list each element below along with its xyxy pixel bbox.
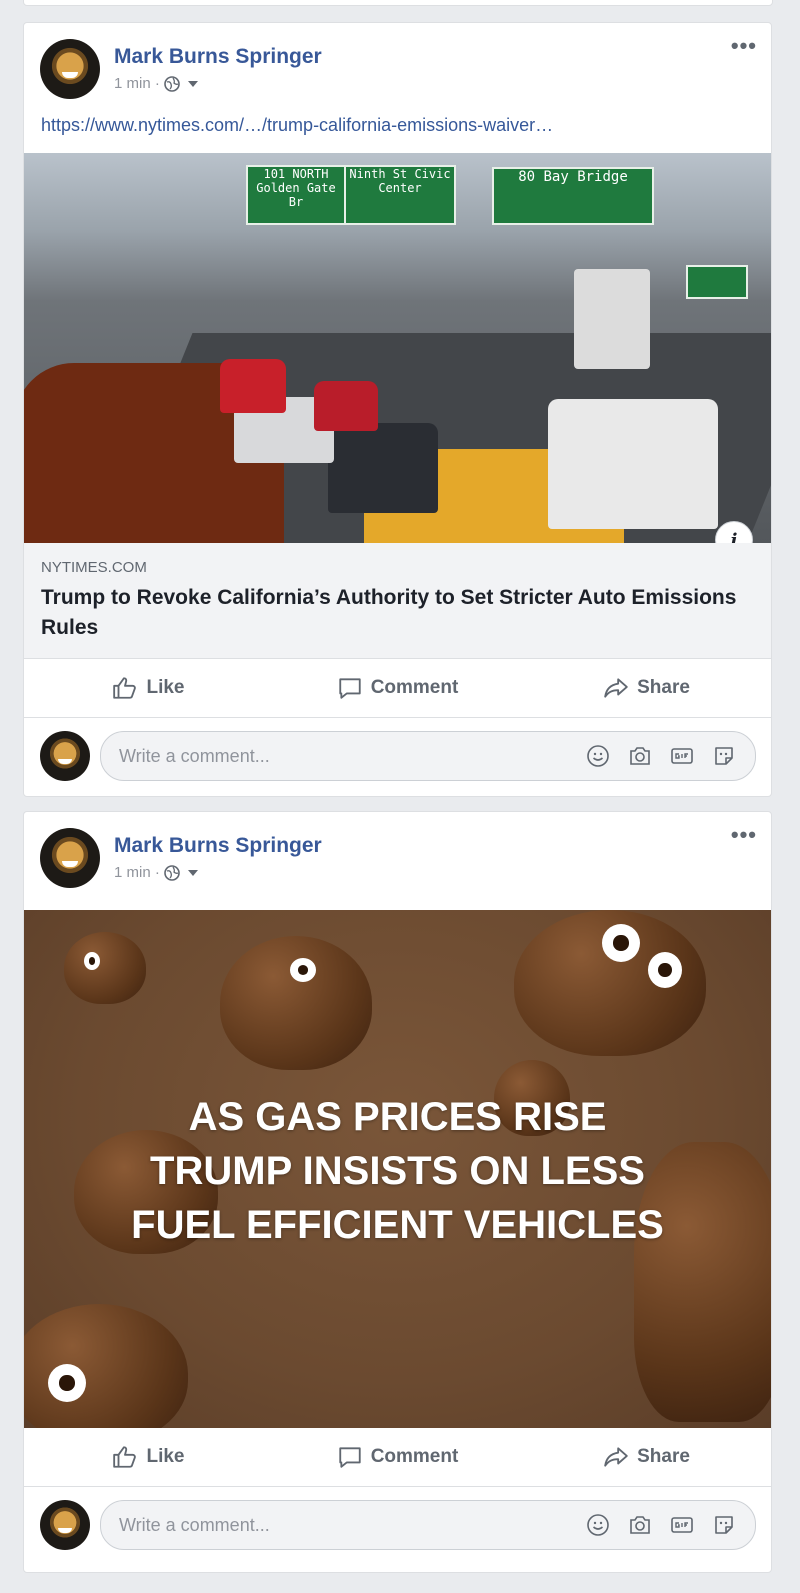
link-domain: NYTIMES.COM	[41, 559, 147, 576]
post-card-1: Mark Burns Springer 1 min · ••• https://…	[23, 22, 772, 797]
post-meta: 1 min ·	[114, 75, 198, 92]
comment-placeholder: Write a comment...	[119, 745, 270, 766]
highway-sign: 80 Bay Bridge	[492, 167, 654, 225]
comment-placeholder: Write a comment...	[119, 1514, 270, 1535]
author-name[interactable]: Mark Burns Springer	[114, 45, 322, 69]
like-button[interactable]: Like	[24, 675, 273, 701]
like-label: Like	[146, 1446, 185, 1467]
more-options-icon[interactable]: •••	[731, 824, 757, 846]
like-label: Like	[146, 677, 185, 698]
comment-input[interactable]: Write a comment...	[100, 731, 756, 781]
like-button[interactable]: Like	[24, 1444, 273, 1470]
gif-icon[interactable]	[669, 743, 695, 769]
poop-emoji-decoration	[220, 936, 372, 1070]
car	[314, 381, 378, 431]
share-label: Share	[637, 677, 690, 698]
comment-button[interactable]: Comment	[273, 675, 522, 701]
link-preview-image[interactable]: 101 NORTH Golden Gate Br Ninth St Civic …	[24, 153, 771, 543]
caption-line: TRUMP INSISTS ON LESS	[150, 1149, 645, 1193]
car	[548, 399, 718, 529]
shared-link-url[interactable]: https://www.nytimes.com/…/trump-californ…	[41, 115, 553, 136]
thumbs-up-icon	[113, 677, 137, 699]
image-caption-text: AS GAS PRICES RISE TRUMP INSISTS ON LESS…	[24, 1090, 771, 1252]
caption-line: FUEL EFFICIENT VEHICLES	[131, 1203, 664, 1247]
globe-icon[interactable]	[164, 75, 180, 92]
comment-input[interactable]: Write a comment...	[100, 1500, 756, 1550]
avatar[interactable]	[40, 1500, 90, 1550]
avatar[interactable]	[40, 828, 100, 888]
car	[574, 269, 650, 369]
car	[220, 359, 286, 413]
car	[328, 423, 438, 513]
timestamp[interactable]: 1 min ·	[114, 75, 160, 92]
post-header: Mark Burns Springer 1 min · •••	[24, 23, 771, 109]
camera-icon[interactable]	[627, 743, 653, 769]
avatar[interactable]	[40, 731, 90, 781]
globe-icon[interactable]	[164, 864, 180, 881]
poop-emoji-decoration	[24, 1304, 188, 1428]
share-arrow-icon	[604, 1447, 628, 1467]
share-label: Share	[637, 1446, 690, 1467]
author-name[interactable]: Mark Burns Springer	[114, 834, 322, 858]
audience-caret-icon[interactable]	[187, 80, 198, 87]
more-options-icon[interactable]: •••	[731, 35, 757, 57]
share-button[interactable]: Share	[522, 1444, 771, 1470]
timestamp[interactable]: 1 min ·	[114, 864, 160, 881]
emoji-icon[interactable]	[585, 1512, 611, 1538]
highway-sign: Ninth St Civic Center	[344, 165, 456, 225]
post-actions: Like Comment Share	[24, 1428, 771, 1487]
audience-caret-icon[interactable]	[187, 869, 198, 876]
poop-emoji-decoration	[64, 932, 146, 1004]
post-header: Mark Burns Springer 1 min · •••	[24, 812, 771, 898]
gif-icon[interactable]	[669, 1512, 695, 1538]
speech-bubble-icon	[339, 678, 361, 699]
thumbs-up-icon	[113, 1446, 137, 1468]
caption-line: AS GAS PRICES RISE	[188, 1095, 607, 1139]
link-preview[interactable]: NYTIMES.COM Trump to Revoke California’s…	[24, 543, 771, 659]
share-arrow-icon	[604, 678, 628, 698]
avatar[interactable]	[40, 39, 100, 99]
emoji-icon[interactable]	[585, 743, 611, 769]
speech-bubble-icon	[339, 1447, 361, 1468]
post-card-2: Mark Burns Springer 1 min · ••• AS GAS P…	[23, 811, 772, 1573]
sticker-icon[interactable]	[711, 743, 737, 769]
comment-composer: Write a comment...	[24, 1488, 771, 1564]
highway-sign	[686, 265, 748, 299]
comment-composer: Write a comment...	[24, 719, 771, 795]
post-meta: 1 min ·	[114, 864, 198, 881]
post-actions: Like Comment Share	[24, 659, 771, 718]
comment-button[interactable]: Comment	[273, 1444, 522, 1470]
previous-post-edge	[23, 0, 773, 6]
comment-label: Comment	[370, 1446, 459, 1467]
post-image[interactable]: AS GAS PRICES RISE TRUMP INSISTS ON LESS…	[24, 910, 771, 1428]
poop-emoji-decoration	[514, 910, 706, 1056]
link-title[interactable]: Trump to Revoke California’s Authority t…	[41, 583, 741, 643]
comment-label: Comment	[370, 677, 459, 698]
camera-icon[interactable]	[627, 1512, 653, 1538]
share-button[interactable]: Share	[522, 675, 771, 701]
highway-sign: 101 NORTH Golden Gate Br	[246, 165, 346, 225]
sticker-icon[interactable]	[711, 1512, 737, 1538]
